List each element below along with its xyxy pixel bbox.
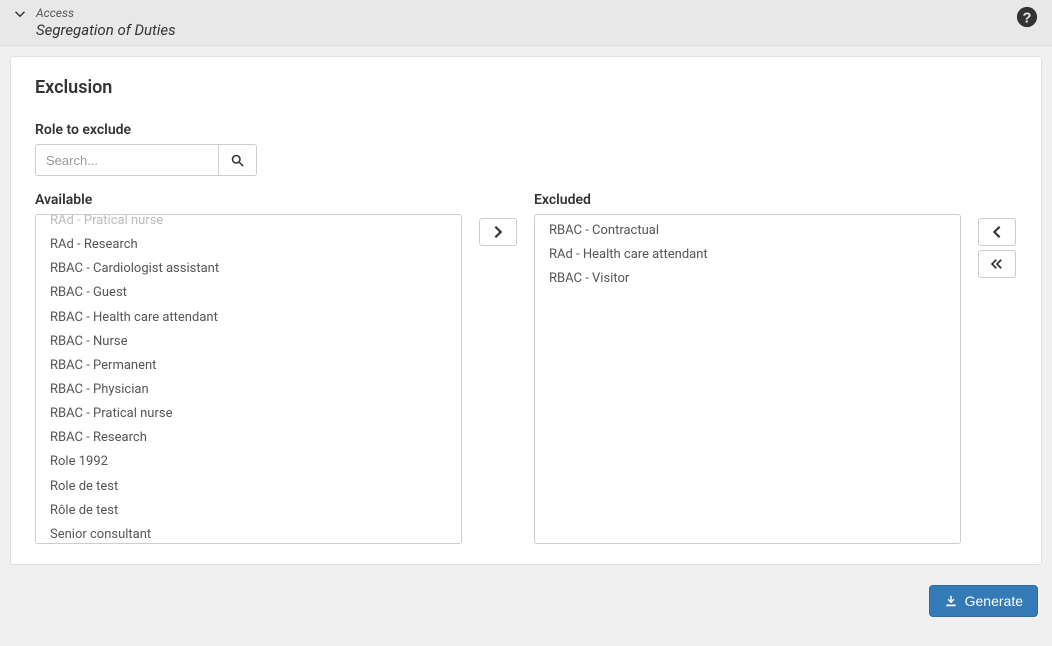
search-input[interactable] <box>35 144 219 176</box>
chevron-down-icon <box>14 8 26 20</box>
list-item[interactable]: RAd - Pratical nurse <box>36 214 461 233</box>
excluded-column: Excluded RBAC - ContractualRAd - Health … <box>534 192 961 544</box>
svg-text:?: ? <box>1023 11 1032 27</box>
double-chevron-left-icon <box>990 257 1004 271</box>
list-item[interactable]: RBAC - Visitor <box>535 267 960 291</box>
list-item[interactable]: RBAC - Pratical nurse <box>36 402 461 426</box>
chevron-left-icon <box>990 225 1004 239</box>
list-item[interactable]: RAd - Health care attendant <box>535 243 960 267</box>
available-list[interactable]: RAd - Pratical nurseRAd - ResearchRBAC -… <box>35 214 462 544</box>
footer: Generate <box>0 575 1052 627</box>
list-item[interactable]: RBAC - Contractual <box>535 219 960 243</box>
download-icon <box>944 594 958 608</box>
dual-list: Available RAd - Pratical nurseRAd - Rese… <box>35 192 1017 544</box>
list-item[interactable]: Role de test <box>36 475 461 499</box>
generate-button[interactable]: Generate <box>929 585 1038 617</box>
excluded-list[interactable]: RBAC - ContractualRAd - Health care atte… <box>534 214 961 544</box>
search-row <box>35 144 1017 176</box>
list-item[interactable]: RBAC - Physician <box>36 378 461 402</box>
help-button[interactable]: ? <box>1016 6 1038 28</box>
excluded-label: Excluded <box>534 192 961 208</box>
list-item[interactable]: RBAC - Guest <box>36 281 461 305</box>
list-item[interactable]: Role 1992 <box>36 450 461 474</box>
exclusion-panel: Exclusion Role to exclude Available RAd … <box>10 56 1042 565</box>
header-text: Access Segregation of Duties <box>36 6 176 39</box>
breadcrumb-access: Access <box>36 6 176 20</box>
page-title: Segregation of Duties <box>36 21 176 39</box>
list-item[interactable]: RAd - Research <box>36 233 461 257</box>
list-item[interactable]: RBAC - Nurse <box>36 330 461 354</box>
list-item[interactable]: RBAC - Cardiologist assistant <box>36 257 461 281</box>
page-header: Access Segregation of Duties ? <box>0 0 1052 46</box>
generate-label: Generate <box>965 593 1023 609</box>
list-item[interactable]: Senior consultant <box>36 523 461 544</box>
help-icon: ? <box>1016 6 1038 28</box>
available-column: Available RAd - Pratical nurseRAd - Rese… <box>35 192 462 544</box>
add-button[interactable] <box>479 218 517 246</box>
remove-all-button[interactable] <box>978 250 1016 278</box>
search-button[interactable] <box>219 144 257 176</box>
chevron-right-icon <box>491 225 505 239</box>
remove-transfer-column <box>977 192 1017 544</box>
role-to-exclude-label: Role to exclude <box>35 122 1017 138</box>
list-item[interactable]: RBAC - Health care attendant <box>36 306 461 330</box>
remove-button[interactable] <box>978 218 1016 246</box>
list-item[interactable]: RBAC - Permanent <box>36 354 461 378</box>
panel-title: Exclusion <box>35 77 1017 98</box>
add-transfer-column <box>478 192 518 544</box>
collapse-toggle[interactable] <box>14 8 26 24</box>
list-item[interactable]: RBAC - Research <box>36 426 461 450</box>
available-label: Available <box>35 192 462 208</box>
search-icon <box>230 153 245 168</box>
list-item[interactable]: Rôle de test <box>36 499 461 523</box>
